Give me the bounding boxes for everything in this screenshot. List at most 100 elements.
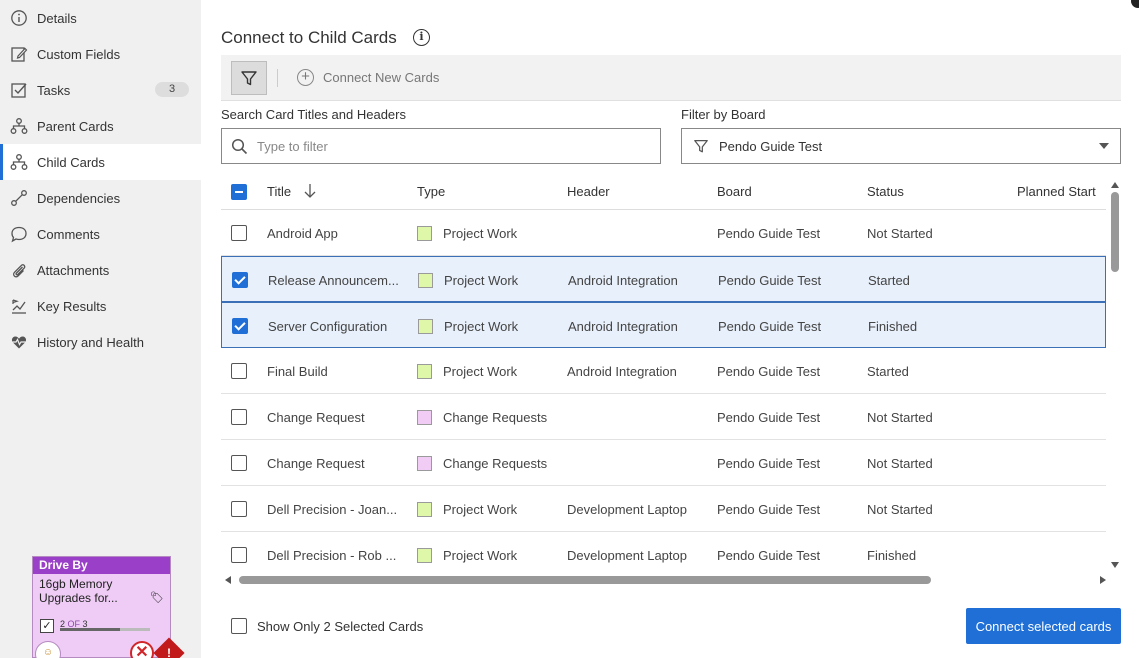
filter-button[interactable] [231,61,267,95]
card-type-swatch [417,502,432,517]
table-row[interactable]: Dell Precision - Joan... Project Work Deve… [221,486,1106,532]
cell-board: Pendo Guide Test [717,456,821,471]
table-row[interactable]: Release Announcem... Project Work Android … [221,256,1106,302]
table-row[interactable]: Change Request Change Requests Pendo Guide… [221,440,1106,486]
search-field[interactable] [221,128,661,164]
cell-type: Project Work [443,548,518,563]
scroll-up-icon[interactable] [1111,182,1119,188]
vertical-scroll-thumb[interactable] [1111,192,1119,272]
sidebar-item-parent-cards[interactable]: Parent Cards [0,108,201,144]
hierarchy-icon [10,117,28,135]
heart-icon [10,333,28,351]
cell-board: Pendo Guide Test [717,364,821,379]
table-row[interactable]: Final Build Project Work Android Integrati… [221,348,1106,394]
horizontal-scrollbar[interactable] [223,573,1108,587]
table-row[interactable]: Android App Project Work Pendo Guide Test N… [221,210,1106,256]
card-title: 16gb Memory Upgrades for... [39,577,118,605]
column-header-board[interactable]: Board [717,184,752,199]
cell-header: Android Integration [567,364,677,379]
sidebar-item-child-cards[interactable]: Child Cards [0,144,201,180]
card-type-swatch [417,410,432,425]
sort-down-icon[interactable] [303,183,317,199]
scroll-down-icon[interactable] [1111,562,1119,568]
column-header-header[interactable]: Header [567,184,610,199]
card-type-swatch [417,456,432,471]
blocked-icon[interactable]: ✕ [130,641,154,658]
scroll-right-icon[interactable] [1100,576,1106,584]
cell-type: Project Work [444,273,519,288]
scroll-left-icon[interactable] [225,576,231,584]
column-header-title[interactable]: Title [267,184,291,199]
row-checkbox[interactable] [232,272,248,288]
board-filter-select[interactable]: Pendo Guide Test [681,128,1121,164]
window-corner-dot [1131,0,1139,8]
vertical-scrollbar[interactable] [1108,180,1122,570]
sidebar-item-label: Dependencies [37,190,121,206]
hierarchy-icon [10,153,28,171]
cell-type: Change Requests [443,410,548,425]
row-checkbox[interactable] [231,547,247,563]
cell-type: Project Work [443,502,518,517]
card-type-swatch [418,319,433,334]
sidebar-item-label: Comments [37,226,100,242]
cell-title: Server Configuration [268,319,388,334]
sidebar-item-history-and-health[interactable]: History and Health [0,324,201,360]
table-row[interactable]: Change Request Change Requests Pendo Guide… [221,394,1106,440]
row-checkbox[interactable] [231,363,247,379]
chevron-down-icon [1099,143,1109,149]
show-only-selected-checkbox[interactable] [231,618,247,634]
page-title: Connect to Child Cards [221,28,397,47]
cell-header: Android Integration [568,273,678,288]
avatar[interactable]: ☺ [35,641,61,658]
row-checkbox[interactable] [232,318,248,334]
cell-type: Change Requests [443,456,548,471]
sidebar-item-label: Custom Fields [37,46,121,62]
row-checkbox[interactable] [231,455,247,471]
row-checkbox[interactable] [231,409,247,425]
sidebar-item-label: Attachments [37,262,110,278]
connect-selected-cards-button[interactable]: Connect selected cards [966,608,1121,644]
cell-status: Not Started [867,456,933,471]
column-header-planned-start[interactable]: Planned Start [1017,184,1096,199]
sidebar-item-tasks[interactable]: Tasks 3 [0,72,201,108]
table-row[interactable]: Dell Precision - Rob ... Project Work Deve… [221,532,1106,570]
column-header-type[interactable]: Type [417,184,445,199]
sidebar-item-key-results[interactable]: Key Results [0,288,201,324]
cell-type: Project Work [443,364,518,379]
column-header-status[interactable]: Status [867,184,904,199]
cell-header: Android Integration [568,319,678,334]
task-progress-bar [60,628,150,631]
sidebar-item-dependencies[interactable]: Dependencies [0,180,201,216]
search-input[interactable] [257,138,637,154]
cell-title: Change Request [267,410,365,425]
show-only-selected-toggle[interactable]: Show Only 2 Selected Cards [231,618,423,634]
sidebar-item-comments[interactable]: Comments [0,216,201,252]
row-checkbox[interactable] [231,501,247,517]
row-checkbox[interactable] [231,225,247,241]
sidebar-item-label: History and Health [37,334,144,350]
cell-board: Pendo Guide Test [718,273,822,288]
cell-status: Started [868,273,910,288]
connect-new-cards-button[interactable]: + Connect New Cards [297,69,439,86]
key-results-icon [10,297,28,315]
cell-status: Started [867,364,909,379]
info-icon[interactable]: i [413,29,430,46]
checkbox-icon [10,81,28,99]
sidebar-item-attachments[interactable]: Attachments [0,252,201,288]
cell-title: Dell Precision - Rob ... [267,548,397,563]
sidebar-item-details[interactable]: Details [0,0,201,36]
filter-icon [694,140,708,153]
select-all-checkbox[interactable] [231,184,247,200]
filter-icon [241,71,257,86]
sidebar-item-custom-fields[interactable]: Custom Fields [0,36,201,72]
card-type-swatch [417,364,432,379]
cell-board: Pendo Guide Test [717,410,821,425]
comment-icon [10,225,28,243]
sidebar-item-label: Details [37,10,77,26]
table-row[interactable]: Server Configuration Project Work Android … [221,302,1106,348]
cell-board: Pendo Guide Test [717,226,821,241]
connect-new-cards-label: Connect New Cards [323,70,440,85]
card-preview[interactable]: Drive By 16gb Memory Upgrades for... 🏷︎ … [32,556,185,658]
horizontal-scroll-thumb[interactable] [239,576,931,584]
cell-header: Development Laptop [567,548,687,563]
